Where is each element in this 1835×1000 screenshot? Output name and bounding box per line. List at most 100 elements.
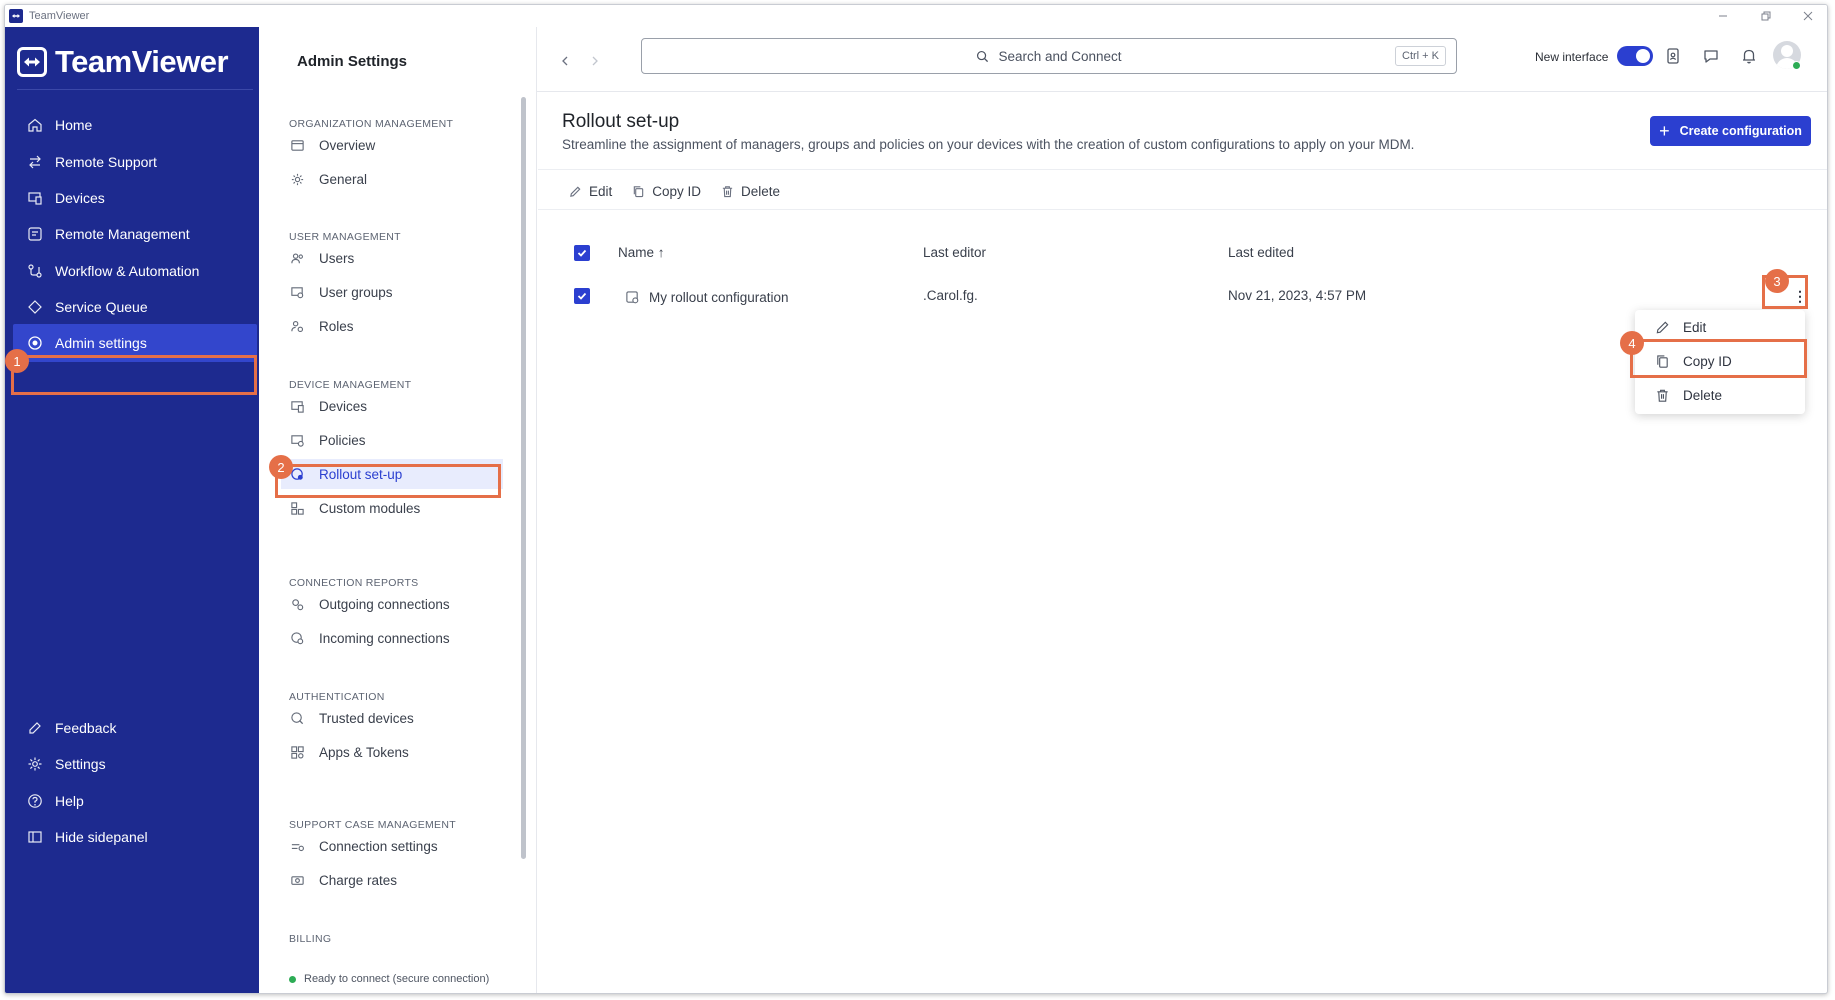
sidepanel-icon [27,829,43,845]
settings-item-policies[interactable]: Policies [289,425,501,455]
header-divider [538,169,1827,170]
users-icon [289,250,305,266]
toolbar-delete-button[interactable]: Delete [721,184,780,199]
sidebar-item-settings[interactable]: Settings [13,745,257,783]
charge-rates-icon [289,872,305,888]
settings-item-roles[interactable]: Roles [289,311,501,341]
settings-item-user-groups[interactable]: User groups [289,277,501,307]
context-menu-delete[interactable]: Delete [1635,378,1805,412]
new-interface-toggle[interactable] [1617,46,1653,66]
settings-item-general[interactable]: General [289,164,501,194]
sidebar-item-service-queue[interactable]: Service Queue [13,288,257,326]
section-heading-connection-reports: CONNECTION REPORTS [289,577,419,589]
section-heading-support-case: SUPPORT CASE MANAGEMENT [289,819,456,831]
plus-icon: + [1659,121,1670,141]
status-dot-icon [289,975,296,983]
settings-item-connection-settings[interactable]: Connection settings [289,831,501,861]
outgoing-connections-icon [289,596,305,612]
settings-item-rollout-setup[interactable]: Rollout set-up [281,459,503,489]
incoming-connections-icon [289,630,305,646]
sidebar-item-help[interactable]: Help [13,782,257,820]
panel-scrollbar[interactable] [521,97,526,859]
row-checkbox[interactable] [574,288,590,304]
sidebar-item-admin-settings[interactable]: Admin settings [13,324,257,362]
back-chevron-icon[interactable] [557,53,573,69]
callout-badge-4: 4 [1620,331,1644,355]
sidebar-item-label: Remote Management [55,226,190,242]
create-configuration-button[interactable]: + Create configuration [1650,116,1811,146]
search-input[interactable]: Search and Connect Ctrl + K [641,38,1457,74]
sidebar-item-hide-sidepanel[interactable]: Hide sidepanel [13,818,257,856]
settings-item-outgoing-connections[interactable]: Outgoing connections [289,589,501,619]
settings-item-incoming-connections[interactable]: Incoming connections [289,623,501,653]
section-heading-billing: BILLING [289,933,332,945]
settings-item-users[interactable]: Users [289,243,501,273]
settings-item-label: Incoming connections [319,630,450,646]
settings-item-overview[interactable]: Overview [289,130,501,160]
feedback-icon [27,720,43,736]
status-text: Ready to connect (secure connection) [304,973,490,985]
app-window: TeamViewer TeamViewer Home Remote Suppor… [4,4,1828,994]
settings-item-devices[interactable]: Devices [289,391,501,421]
trash-icon [721,184,735,198]
section-heading-device: DEVICE MANAGEMENT [289,379,412,391]
toolbar-copy-id-button[interactable]: Copy ID [632,184,701,199]
minimize-button[interactable] [1702,5,1744,27]
settings-item-trusted-devices[interactable]: Trusted devices [289,703,501,733]
context-menu-edit-label: Edit [1683,319,1707,335]
toolbar-edit-button[interactable]: Edit [569,184,612,199]
sidebar-item-feedback[interactable]: Feedback [13,709,257,747]
close-button[interactable] [1787,5,1827,27]
home-icon [27,117,43,133]
logo-wordmark: TeamViewer [55,44,229,79]
toggle-knob [1636,49,1650,63]
sidebar-item-label: Service Queue [55,299,148,315]
settings-item-label: Connection settings [319,838,438,854]
row-context-menu: Edit Copy ID Delete [1635,310,1805,414]
settings-item-charge-rates[interactable]: Charge rates [289,865,501,895]
sidebar-item-label: Help [55,793,84,809]
diamond-icon [27,299,43,315]
sidebar-item-home[interactable]: Home [13,106,257,144]
chat-icon[interactable] [1701,46,1721,66]
context-menu-edit[interactable]: Edit [1635,310,1805,344]
column-header-last-editor[interactable]: Last editor [923,245,986,260]
online-status-dot [1792,61,1801,70]
teamviewer-app-icon [9,9,23,23]
copy-icon [632,184,646,198]
connection-status: Ready to connect (secure connection) [289,973,489,985]
sidebar-item-devices[interactable]: Devices [13,179,257,217]
row-last-edited: Nov 21, 2023, 4:57 PM [1228,288,1367,303]
sidebar-item-label: Feedback [55,720,117,736]
sidebar-item-remote-management[interactable]: Remote Management [13,215,257,253]
create-configuration-label: Create configuration [1679,124,1802,138]
teamviewer-logo[interactable]: TeamViewer [17,44,229,80]
bell-icon[interactable] [1739,46,1759,66]
sidebar-item-label: Hide sidepanel [55,829,148,845]
context-menu-delete-label: Delete [1683,387,1723,403]
settings-item-label: Devices [319,398,368,414]
contacts-icon[interactable] [1663,46,1683,66]
section-heading-organization: ORGANIZATION MANAGEMENT [289,118,454,130]
row-name[interactable]: My rollout configuration [649,290,789,305]
column-header-name[interactable]: Name ↑ [618,245,665,260]
select-all-checkbox[interactable] [574,245,590,261]
context-menu-copy-id[interactable]: Copy ID [1635,344,1805,378]
sidebar-item-remote-support[interactable]: Remote Support [13,143,257,181]
page-title: Rollout set-up [562,111,680,132]
apps-tokens-icon [289,744,305,760]
forward-chevron-icon[interactable] [587,53,603,69]
copy-icon [1655,353,1671,369]
devices-icon [27,190,43,206]
callout-badge-3: 3 [1765,269,1789,293]
settings-item-custom-modules[interactable]: Custom modules [289,493,501,523]
section-heading-user: USER MANAGEMENT [289,231,401,243]
column-header-last-edited[interactable]: Last edited [1228,245,1294,260]
sidebar-item-workflow[interactable]: Workflow & Automation [13,252,257,290]
connection-settings-icon [289,838,305,854]
roles-icon [289,318,305,334]
restore-button[interactable] [1745,5,1787,27]
table-toolbar: Edit Copy ID Delete [569,179,780,203]
logo-divider [17,89,253,90]
settings-item-apps-tokens[interactable]: Apps & Tokens [289,737,501,767]
